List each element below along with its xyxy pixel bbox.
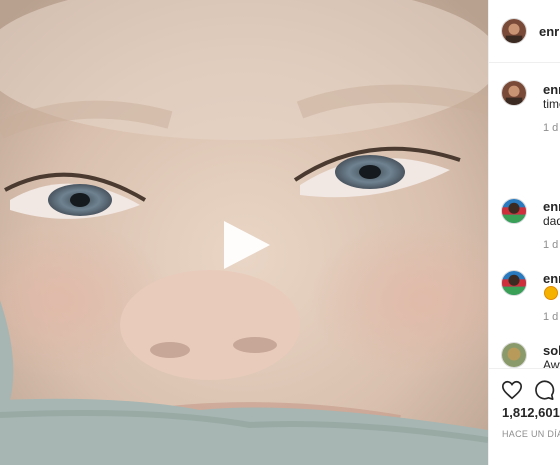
post-media-video[interactable] [0, 0, 488, 465]
header-username[interactable]: enri [539, 24, 560, 39]
post-actions: 1,812,601 re HACE UN DÍA [489, 368, 560, 465]
post-side-panel: enri enri time 1 d enr dad 1 d enr 1 d s… [488, 0, 560, 465]
avatar[interactable] [501, 18, 527, 44]
comment-username[interactable]: sole [543, 343, 560, 358]
like-button[interactable] [501, 379, 523, 406]
play-button[interactable] [218, 217, 274, 273]
heart-eyes-emoji-icon [544, 286, 558, 300]
post-header: enri [489, 0, 560, 63]
comment-bubble-icon [535, 380, 555, 400]
caption-username[interactable]: enri [543, 82, 560, 97]
caption-time[interactable]: 1 d [543, 122, 558, 134]
comment-avatar[interactable] [501, 198, 527, 224]
post-date[interactable]: HACE UN DÍA [502, 429, 560, 439]
comment-avatar[interactable] [501, 342, 527, 368]
comment-username[interactable]: enr [543, 199, 560, 214]
comment-text: dad [543, 214, 560, 228]
caption-avatar[interactable] [501, 80, 527, 106]
comment-time[interactable]: 1 d [543, 311, 558, 323]
comment-username[interactable]: enr [543, 271, 560, 286]
caption-text: time [543, 97, 560, 111]
comment-time[interactable]: 1 d [543, 239, 558, 251]
play-icon [224, 221, 270, 269]
comment-button[interactable] [533, 379, 555, 406]
likes-count[interactable]: 1,812,601 re [502, 405, 560, 420]
comment-avatar[interactable] [501, 270, 527, 296]
heart-icon [502, 380, 522, 400]
